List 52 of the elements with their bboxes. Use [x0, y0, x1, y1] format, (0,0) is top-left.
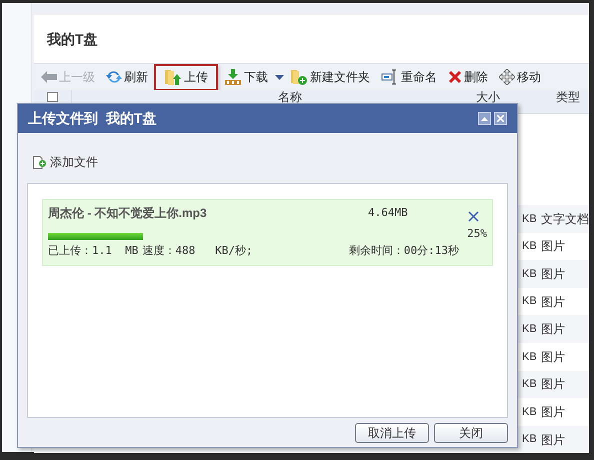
uploaded-amount: 已上传：1.1 MB	[48, 242, 138, 259]
table-cell-text: 图片	[540, 404, 566, 421]
close-icon	[468, 210, 479, 222]
table-cell-text: KB	[522, 404, 538, 420]
folder-upload-icon	[164, 68, 182, 86]
table-cell-text: KB	[522, 377, 538, 392]
add-file-icon	[33, 156, 47, 168]
caret-icon[interactable]	[275, 74, 284, 80]
close-icon	[497, 115, 504, 122]
close-button[interactable]	[468, 210, 479, 222]
column-header: 大小	[476, 90, 500, 104]
table-cell-text: 图片	[540, 432, 566, 449]
checkbox[interactable]	[47, 92, 58, 102]
minimize-button[interactable]	[478, 112, 491, 125]
table-cell-text: KB	[522, 266, 538, 282]
toolbar-button[interactable]: 移动	[494, 64, 546, 90]
download-icon	[224, 68, 242, 86]
file-name: 周杰伦 - 不知不觉爱上你.mp3	[48, 205, 208, 222]
page-title: 我的T盘	[47, 30, 98, 48]
table-cell-text: KB	[522, 350, 538, 365]
add-file-button[interactable]: 添加文件	[33, 153, 98, 171]
column-header: 类型	[556, 90, 580, 104]
toolbar-button[interactable]: 刷新	[101, 64, 153, 90]
move-icon	[499, 69, 515, 85]
dialog-title: 上传文件到 我的T盘	[28, 109, 156, 128]
dialog-button[interactable]: 取消上传	[355, 423, 429, 443]
table-cell-text: 图片	[540, 294, 566, 311]
table-cell-text: 图片	[540, 238, 566, 256]
time-remaining: 剩余时间：00分:13秒	[348, 242, 459, 259]
delete-icon	[448, 70, 462, 84]
new-folder-icon	[290, 68, 308, 86]
toolbar-button[interactable]: 重命名	[376, 64, 442, 90]
table-cell-text: KB	[522, 294, 538, 310]
refresh-icon	[106, 69, 122, 85]
table-cell-text: KB	[522, 239, 538, 254]
table-cell-text: 图片	[540, 348, 566, 366]
progress-percent: 25%	[467, 226, 487, 242]
rename-icon	[381, 69, 399, 85]
caret-up-icon	[481, 116, 488, 120]
table-cell-text: 文字文档	[540, 210, 589, 228]
dialog-button[interactable]: 关闭	[434, 423, 508, 443]
table-cell-text: KB	[522, 322, 538, 337]
file-size: 4.64MB	[368, 204, 408, 221]
table-cell-text: 图片	[540, 376, 566, 394]
table-cell-text: 图片	[540, 266, 566, 283]
left-arrow-icon	[41, 71, 57, 83]
toolbar-button[interactable]: 删除	[443, 64, 493, 90]
table-cell-text: KB	[522, 432, 538, 448]
upload-speed: 速度：488 KB/秒;	[142, 242, 253, 259]
table-cell-text: 图片	[540, 321, 566, 338]
column-header: 名称	[278, 90, 302, 104]
table-cell-text: KB	[522, 212, 538, 227]
